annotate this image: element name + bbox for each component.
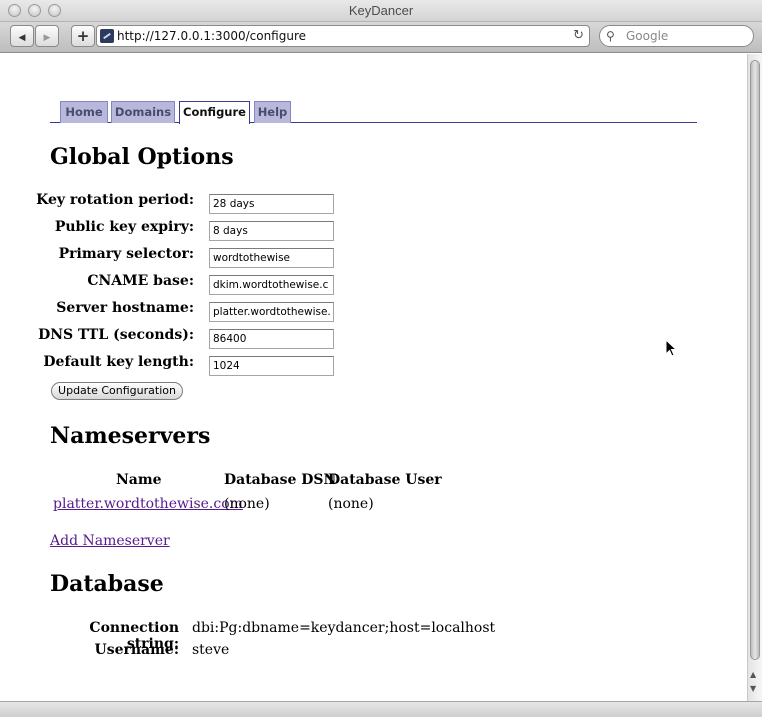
window-title: KeyDancer bbox=[348, 3, 414, 18]
add-nameserver-link[interactable]: Add Nameserver bbox=[50, 533, 170, 549]
close-window-button[interactable] bbox=[8, 4, 21, 17]
tab-domains[interactable]: Domains bbox=[111, 101, 175, 123]
zoom-window-button[interactable] bbox=[48, 4, 61, 17]
site-favicon-icon bbox=[100, 29, 114, 43]
vertical-scrollbar[interactable]: ▲ ▼ bbox=[747, 54, 762, 701]
column-header-dsn: Database DSN bbox=[224, 472, 337, 488]
search-icon: ⚲ bbox=[606, 29, 615, 43]
status-bar bbox=[0, 701, 762, 717]
column-header-user: Database User bbox=[328, 472, 442, 488]
username-label: Username: bbox=[94, 642, 179, 658]
mouse-cursor-icon bbox=[665, 339, 677, 357]
cname-base-label: CNAME base: bbox=[87, 273, 194, 289]
server-hostname-input[interactable] bbox=[209, 302, 334, 322]
nav-tabs: Home Domains Configure Help bbox=[50, 101, 697, 124]
public-key-expiry-input[interactable] bbox=[209, 221, 334, 241]
tab-label: Configure bbox=[183, 105, 246, 119]
tab-label: Home bbox=[65, 105, 103, 119]
public-key-expiry-label: Public key expiry: bbox=[54, 219, 194, 235]
tab-help[interactable]: Help bbox=[254, 101, 291, 123]
search-field[interactable]: ⚲ Google bbox=[599, 25, 754, 47]
minimize-window-button[interactable] bbox=[28, 4, 41, 17]
back-arrow-icon: ◀ bbox=[18, 33, 26, 43]
default-key-length-input[interactable] bbox=[209, 356, 334, 376]
nameserver-link[interactable]: platter.wordtothewise.com bbox=[53, 496, 243, 512]
tab-configure[interactable]: Configure bbox=[179, 101, 250, 124]
nameserver-dsn: (none) bbox=[224, 496, 270, 512]
connection-string-value: dbi:Pg:dbname=keydancer;host=localhost bbox=[192, 620, 496, 636]
scrollbar-thumb[interactable] bbox=[750, 60, 760, 660]
column-header-name: Name bbox=[116, 472, 162, 488]
username-value: steve bbox=[192, 642, 230, 658]
tab-label: Help bbox=[257, 105, 288, 119]
url-text: http://127.0.0.1:3000/configure bbox=[117, 29, 307, 43]
address-bar[interactable]: http://127.0.0.1:3000/configure ↻ bbox=[96, 25, 590, 47]
plus-icon: + bbox=[76, 27, 90, 45]
cname-base-input[interactable] bbox=[209, 275, 334, 295]
tab-label: Domains bbox=[114, 105, 172, 119]
default-key-length-label: Default key length: bbox=[43, 354, 194, 370]
browser-toolbar: ◀ ▶ + http://127.0.0.1:3000/configure ↻ … bbox=[0, 22, 762, 53]
reload-icon[interactable]: ↻ bbox=[573, 26, 584, 46]
forward-arrow-icon: ▶ bbox=[43, 33, 51, 43]
scroll-down-arrow-icon[interactable]: ▼ bbox=[750, 684, 756, 693]
database-heading: Database bbox=[50, 571, 164, 597]
nameservers-heading: Nameservers bbox=[50, 423, 211, 449]
search-placeholder: Google bbox=[626, 29, 669, 43]
dns-ttl-label: DNS TTL (seconds): bbox=[38, 327, 194, 343]
nameserver-user: (none) bbox=[328, 496, 374, 512]
key-rotation-label: Key rotation period: bbox=[36, 192, 194, 208]
server-hostname-label: Server hostname: bbox=[56, 300, 194, 316]
forward-button[interactable]: ▶ bbox=[35, 25, 59, 47]
primary-selector-label: Primary selector: bbox=[58, 246, 194, 262]
primary-selector-input[interactable] bbox=[209, 248, 334, 268]
page-content: Home Domains Configure Help Global Optio… bbox=[0, 54, 746, 701]
key-rotation-input[interactable] bbox=[209, 194, 334, 214]
scroll-up-arrow-icon[interactable]: ▲ bbox=[750, 670, 756, 679]
tab-home[interactable]: Home bbox=[60, 101, 108, 123]
update-configuration-button[interactable]: Update Configuration bbox=[51, 382, 183, 400]
window-titlebar: KeyDancer bbox=[0, 0, 762, 22]
add-bookmark-button[interactable]: + bbox=[71, 25, 95, 47]
dns-ttl-input[interactable] bbox=[209, 329, 334, 349]
back-button[interactable]: ◀ bbox=[10, 25, 34, 47]
global-options-heading: Global Options bbox=[50, 144, 234, 170]
